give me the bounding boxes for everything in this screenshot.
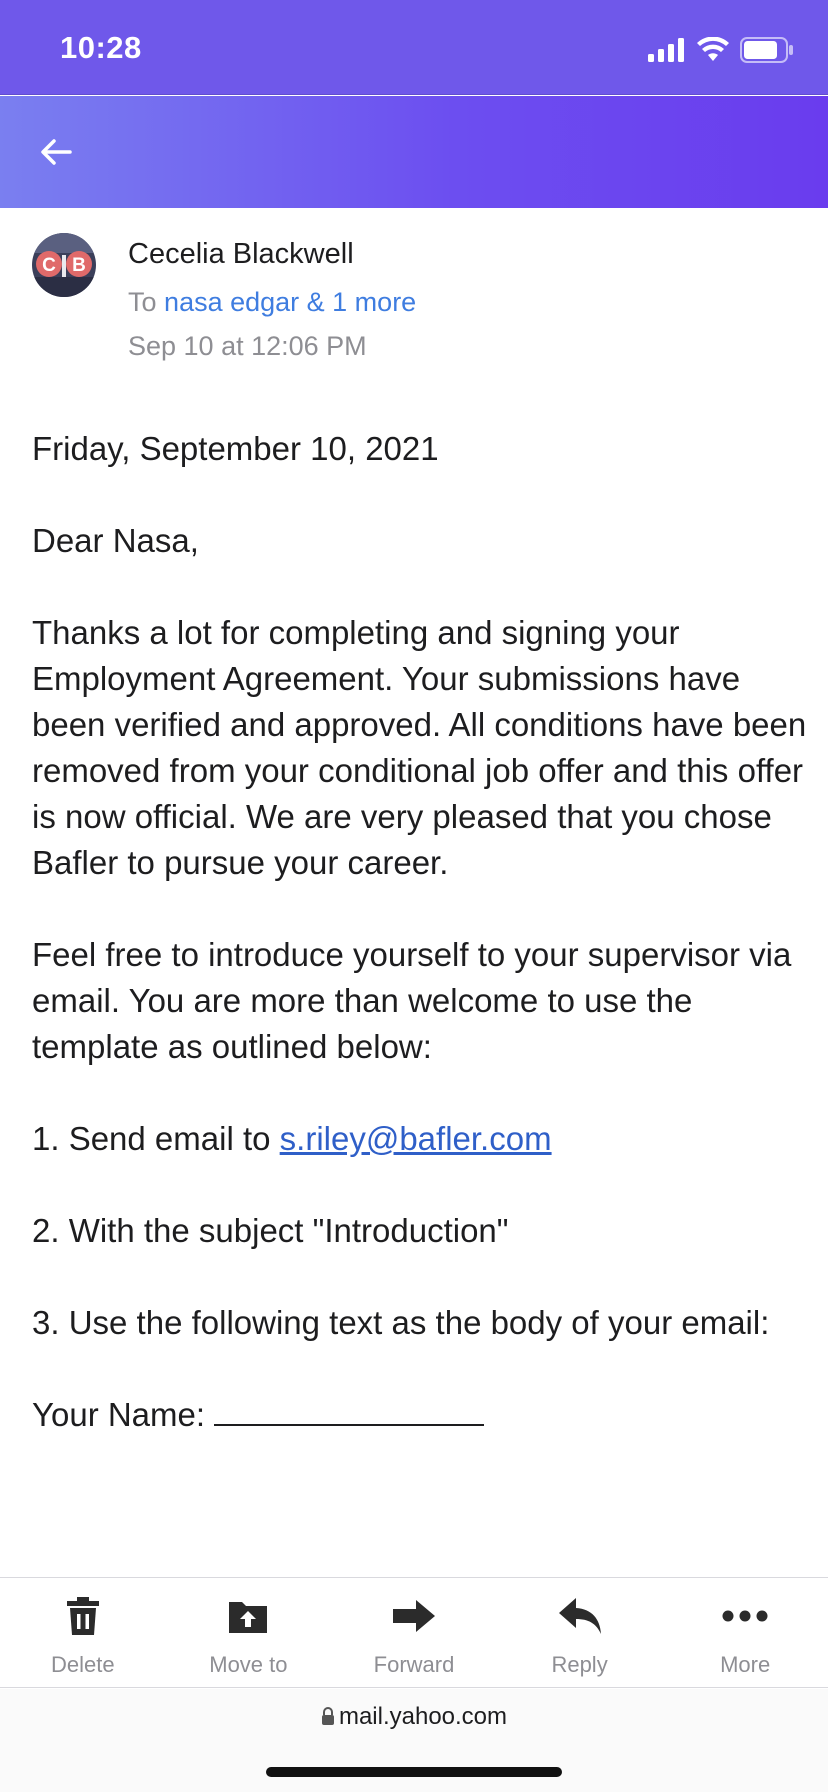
trash-icon (66, 1597, 99, 1635)
to-label: To (128, 287, 157, 317)
lock-icon (321, 1707, 334, 1725)
your-name-label: Your Name: (32, 1396, 215, 1433)
recipients-line: To nasa edgar & 1 more (128, 287, 416, 318)
step-2: 2. With the subject "Introduction" (32, 1212, 509, 1249)
delete-label: Delete (51, 1652, 115, 1677)
more-label: More (720, 1652, 771, 1677)
url-bar[interactable]: mail.yahoo.com (0, 1703, 828, 1731)
step-3: 3. Use the following text as the body of… (32, 1304, 770, 1341)
action-toolbar: Delete Move to Forward Reply More (0, 1577, 828, 1688)
forward-button[interactable]: Forward (331, 1578, 497, 1687)
forward-label: Forward (373, 1652, 455, 1677)
arrow-left-icon[interactable] (34, 130, 78, 174)
svg-text:B: B (72, 255, 86, 276)
email-body: Friday, September 10, 2021 Dear Nasa, Th… (32, 426, 812, 1484)
browser-bar: mail.yahoo.com (0, 1689, 828, 1792)
forward-arrow-icon (392, 1600, 435, 1632)
reply-label: Reply (551, 1652, 608, 1677)
status-icons (648, 34, 794, 66)
step-1: 1. Send email to s.riley@bafler.com (32, 1116, 812, 1162)
move-to-button[interactable]: Move to (166, 1578, 332, 1687)
app-header (0, 96, 828, 208)
recipients-link[interactable]: nasa edgar & 1 more (164, 287, 416, 317)
move-to-label: Move to (209, 1652, 288, 1677)
status-time: 10:28 (60, 30, 142, 65)
sent-date: Sep 10 at 12:06 PM (128, 331, 367, 361)
reply-arrow-icon (558, 1598, 601, 1634)
url-text: mail.yahoo.com (338, 1703, 508, 1730)
more-dots-icon (722, 1610, 768, 1622)
more-button[interactable]: More (662, 1578, 828, 1687)
home-indicator[interactable] (266, 1767, 562, 1777)
folder-move-icon (229, 1602, 268, 1633)
avatar[interactable]: C B (32, 233, 96, 297)
paragraph-2: Feel free to introduce yourself to your … (32, 936, 792, 1065)
blank-line (214, 1396, 485, 1426)
sender-name: Cecelia Blackwell (128, 238, 354, 270)
paragraph-1: Thanks a lot for completing and signing … (32, 614, 807, 881)
wifi-icon (697, 37, 729, 61)
svg-text:C: C (42, 255, 56, 276)
reply-button[interactable]: Reply (497, 1578, 663, 1687)
avatar-image: C B (32, 233, 96, 297)
delete-button[interactable]: Delete (0, 1578, 166, 1687)
step-1-text: 1. Send email to (32, 1120, 280, 1157)
greeting: Dear Nasa, (32, 522, 199, 559)
battery-icon (740, 37, 793, 63)
status-bar: 10:28 (0, 0, 828, 95)
your-name-line: Your Name: (32, 1392, 812, 1438)
signal-icon (648, 38, 684, 62)
body-date: Friday, September 10, 2021 (32, 430, 439, 467)
supervisor-email-link[interactable]: s.riley@bafler.com (280, 1120, 552, 1157)
